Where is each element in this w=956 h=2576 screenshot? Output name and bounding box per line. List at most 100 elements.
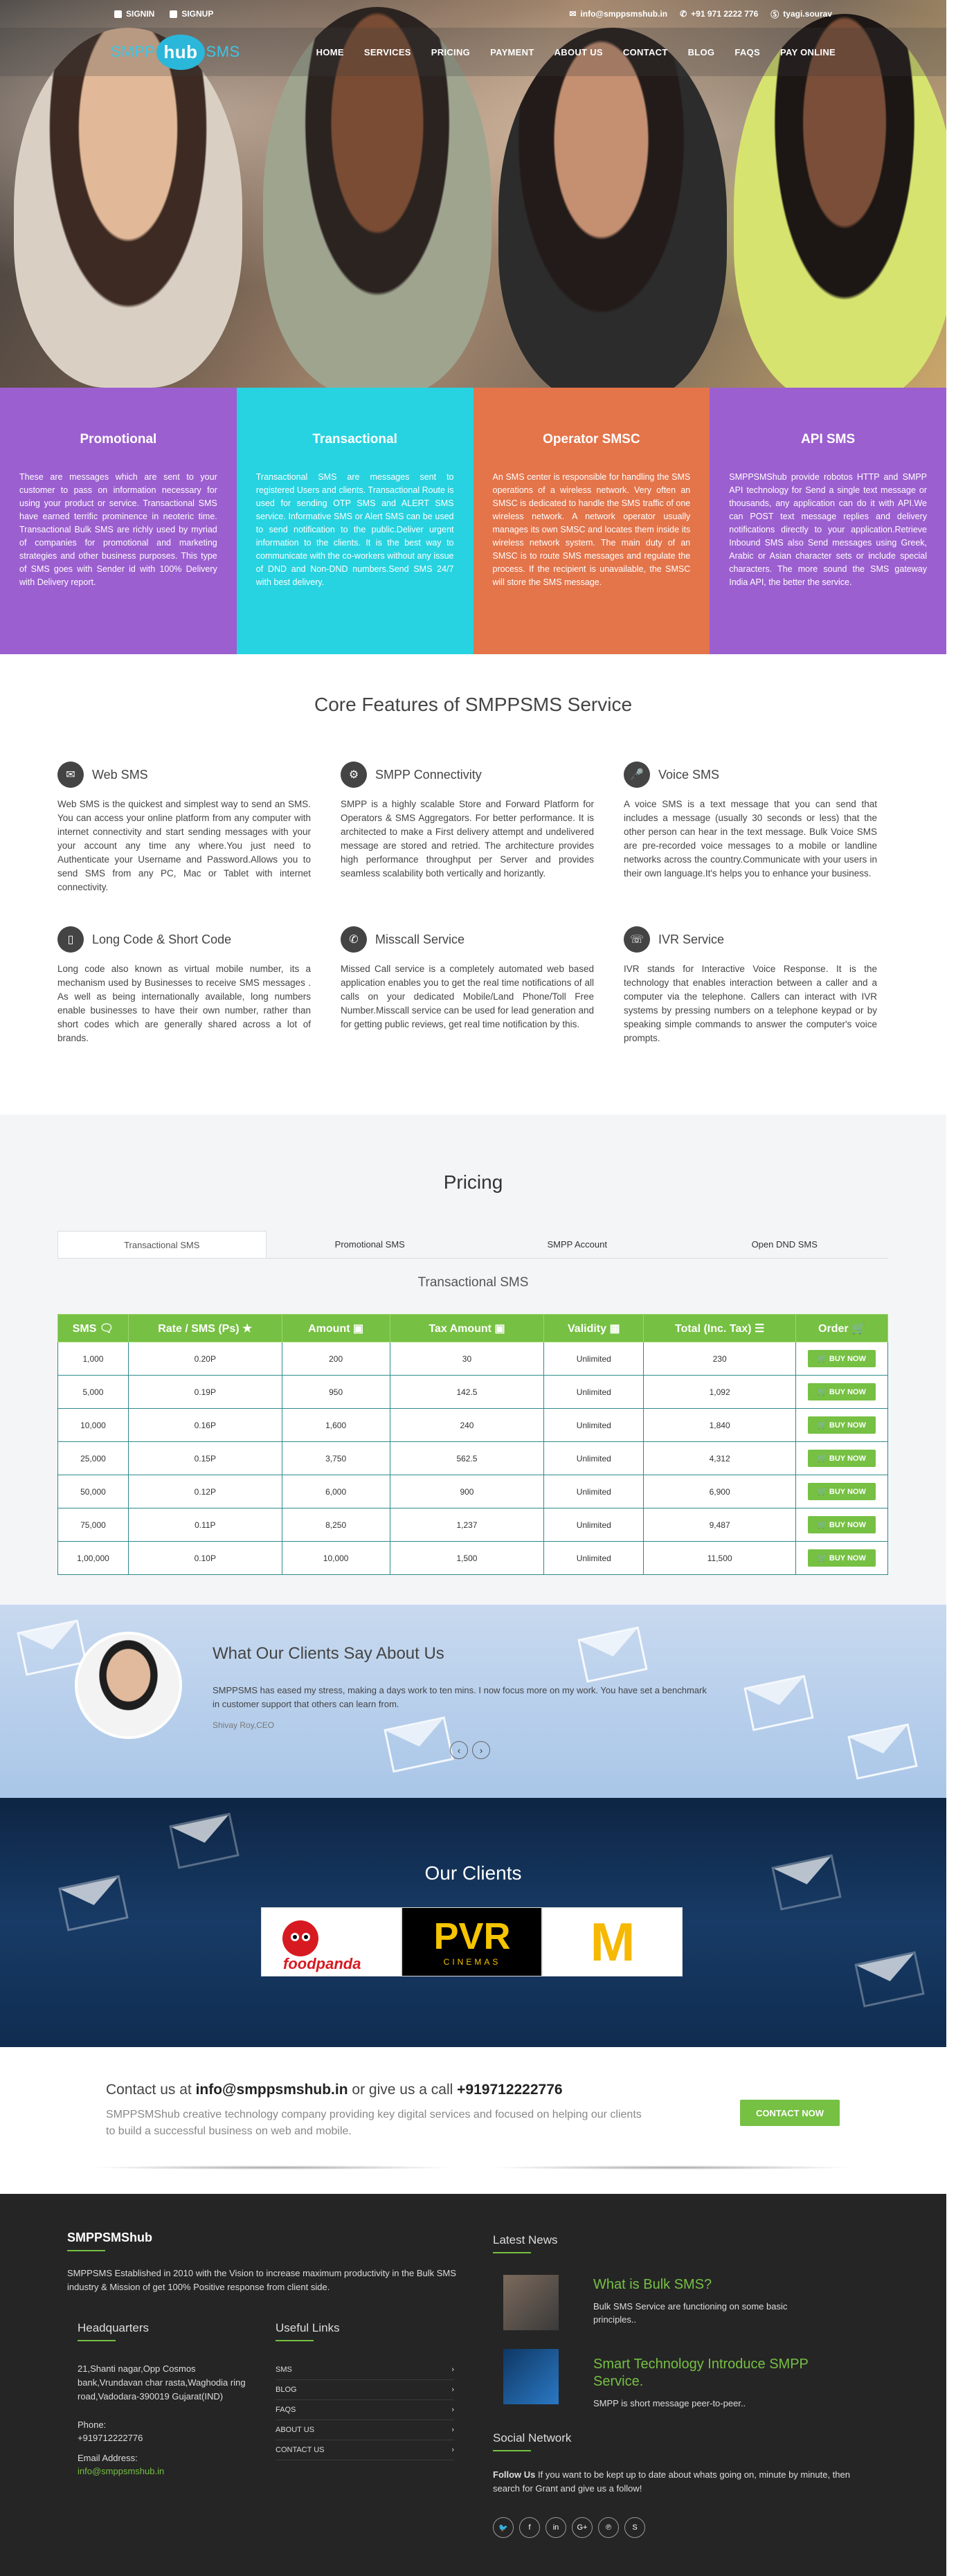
prev-arrow-icon[interactable]: ‹ bbox=[450, 1741, 468, 1759]
cell-validity: Unlimited bbox=[543, 1475, 644, 1508]
cell-validity: Unlimited bbox=[543, 1408, 644, 1442]
linkedin-icon[interactable]: in bbox=[545, 2517, 566, 2538]
news-thumbnail[interactable] bbox=[503, 2275, 559, 2330]
pricing-title: Pricing bbox=[443, 1171, 503, 1193]
phone-link[interactable]: ✆ +91 971 2222 776 bbox=[680, 9, 758, 19]
mobile-icon: ▯ bbox=[57, 926, 84, 953]
useful-links-title: Useful Links bbox=[276, 2321, 340, 2334]
link-label: SMS bbox=[276, 2366, 292, 2374]
table-row: 50,000 0.12P 6,000 900 Unlimited 6,900 🛒 BUY N… bbox=[57, 1475, 888, 1508]
news-title[interactable]: Smart Technology Introduce SMPP Service. bbox=[593, 2356, 842, 2390]
link-blog[interactable]: BLOG › bbox=[276, 2380, 454, 2400]
nav-contact[interactable]: CONTACT bbox=[623, 47, 668, 57]
cell-rate: 0.10P bbox=[127, 1541, 282, 1575]
client-logos: foodpanda PVR CINEMAS M bbox=[261, 1907, 683, 1976]
social-network-title: Social Network bbox=[493, 2431, 572, 2444]
follow-label: Follow Us bbox=[493, 2469, 536, 2480]
skype-icon[interactable]: S bbox=[624, 2517, 645, 2538]
table-row: 25,000 0.15P 3,750 562.5 Unlimited 4,312 🛒 BUY… bbox=[57, 1441, 888, 1475]
skype-link[interactable]: Ⓢtyagi.sourav bbox=[770, 8, 832, 20]
pinterest-icon[interactable]: ℗ bbox=[598, 2517, 619, 2538]
google-plus-icon[interactable]: G+ bbox=[572, 2517, 593, 2538]
news-thumbnail[interactable] bbox=[503, 2349, 559, 2404]
twitter-icon[interactable]: 🐦 bbox=[493, 2517, 514, 2538]
news-title[interactable]: What is Bulk SMS? bbox=[593, 2276, 712, 2294]
core-features-title: Core Features of SMPPSMS Service bbox=[314, 694, 633, 715]
footer-email[interactable]: info@smppsmshub.in bbox=[78, 2465, 164, 2478]
cell-order: 🛒 BUY NOW bbox=[795, 1342, 888, 1376]
contact-now-button[interactable]: CONTACT NOW bbox=[740, 2100, 840, 2126]
email-label: Email Address: bbox=[78, 2453, 138, 2463]
contact-phone[interactable]: +919712222776 bbox=[457, 2082, 562, 2098]
buy-now-button[interactable]: 🛒 BUY NOW bbox=[808, 1416, 876, 1434]
next-arrow-icon[interactable]: › bbox=[472, 1741, 490, 1759]
pricing-header-row: SMS 🗨 Rate / SMS (Ps) ★ Amount ▣ Tax Amo… bbox=[57, 1314, 888, 1342]
chevron-right-icon: › bbox=[451, 2366, 454, 2374]
service-box-transactional: Transactional Transactional SMS are mess… bbox=[236, 388, 474, 654]
cell-amount: 1,600 bbox=[281, 1408, 390, 1442]
nav-pricing[interactable]: PRICING bbox=[431, 47, 470, 57]
cell-amount: 3,750 bbox=[281, 1441, 390, 1475]
footer-phone[interactable]: +919712222776 bbox=[78, 2431, 143, 2445]
email-link[interactable]: ✉ info@smppsmshub.in bbox=[569, 9, 667, 19]
email-text: info@smppsmshub.in bbox=[580, 9, 668, 19]
buy-now-button[interactable]: 🛒 BUY NOW bbox=[808, 1549, 876, 1567]
nav-services[interactable]: SERVICES bbox=[364, 47, 411, 57]
nav-blog[interactable]: BLOG bbox=[688, 47, 715, 57]
phone-icon: ✆ bbox=[680, 9, 687, 19]
tab-smpp-account[interactable]: SMPP Account bbox=[474, 1231, 681, 1258]
envelope-decoration bbox=[847, 1723, 918, 1780]
cell-amount: 200 bbox=[281, 1342, 390, 1376]
link-label: CONTACT US bbox=[276, 2446, 325, 2454]
chevron-right-icon: › bbox=[451, 2426, 454, 2434]
buy-now-button[interactable]: 🛒 BUY NOW bbox=[808, 1383, 876, 1400]
link-about-us[interactable]: ABOUT US › bbox=[276, 2420, 454, 2440]
feature-name: IVR Service bbox=[658, 932, 725, 946]
testimonial-title: What Our Clients Say About Us bbox=[213, 1644, 444, 1663]
contact-email[interactable]: info@smppsmshub.in bbox=[196, 2082, 348, 2098]
clients-title: Our Clients bbox=[424, 1862, 522, 1884]
cell-validity: Unlimited bbox=[543, 1508, 644, 1542]
cell-tax: 1,500 bbox=[389, 1541, 545, 1575]
nav-faqs[interactable]: FAQS bbox=[734, 47, 760, 57]
table-row: 75,000 0.11P 8,250 1,237 Unlimited 9,487 🛒 BUY… bbox=[57, 1508, 888, 1542]
nav-pay-online[interactable]: PAY ONLINE bbox=[780, 47, 836, 57]
buy-now-button[interactable]: 🛒 BUY NOW bbox=[808, 1516, 876, 1533]
link-faqs[interactable]: FAQS › bbox=[276, 2400, 454, 2420]
facebook-icon[interactable]: f bbox=[519, 2517, 540, 2538]
shadow-divider bbox=[488, 2165, 855, 2170]
envelope-decoration bbox=[743, 1675, 814, 1731]
logo-text-pre: SMPP bbox=[111, 43, 156, 60]
cell-rate: 0.16P bbox=[127, 1408, 282, 1442]
cell-validity: Unlimited bbox=[543, 1342, 644, 1376]
tab-open-dnd-sms[interactable]: Open DND SMS bbox=[681, 1231, 889, 1258]
cell-tax: 900 bbox=[389, 1475, 545, 1508]
service-description: Transactional SMS are messages sent to r… bbox=[255, 472, 454, 587]
signin-label: SIGNIN bbox=[126, 9, 155, 19]
feature-name: Web SMS bbox=[92, 767, 148, 782]
hero-person bbox=[498, 28, 727, 388]
link-label: BLOG bbox=[276, 2386, 297, 2394]
gear-icon: ⚙ bbox=[341, 762, 367, 788]
tab-transactional-sms[interactable]: Transactional SMS bbox=[57, 1231, 267, 1258]
signup-link[interactable]: SIGNUP bbox=[170, 9, 213, 19]
link-sms[interactable]: SMS › bbox=[276, 2360, 454, 2380]
nav-home[interactable]: HOME bbox=[316, 47, 344, 57]
link-contact-us[interactable]: CONTACT US › bbox=[276, 2440, 454, 2460]
buy-now-button[interactable]: 🛒 BUY NOW bbox=[808, 1450, 876, 1467]
service-description: An SMS center is responsible for handlin… bbox=[492, 472, 691, 587]
nav-about-us[interactable]: ABOUT US bbox=[554, 47, 603, 57]
site-logo[interactable]: SMPP hub SMS bbox=[111, 34, 240, 70]
envelope-decoration bbox=[169, 1812, 240, 1869]
cell-order: 🛒 BUY NOW bbox=[795, 1541, 888, 1575]
mcdonalds-logo: M bbox=[590, 1911, 635, 1972]
envelope-icon: ✉ bbox=[569, 9, 577, 19]
cell-rate: 0.15P bbox=[127, 1441, 282, 1475]
signin-link[interactable]: SIGNIN bbox=[114, 9, 154, 19]
buy-now-button[interactable]: 🛒 BUY NOW bbox=[808, 1350, 876, 1367]
buy-now-button[interactable]: 🛒 BUY NOW bbox=[808, 1483, 876, 1500]
cell-sms: 5,000 bbox=[57, 1375, 129, 1409]
footer-underline bbox=[276, 2340, 314, 2341]
nav-payment[interactable]: PAYMENT bbox=[490, 47, 534, 57]
tab-promotional-sms[interactable]: Promotional SMS bbox=[267, 1231, 474, 1258]
